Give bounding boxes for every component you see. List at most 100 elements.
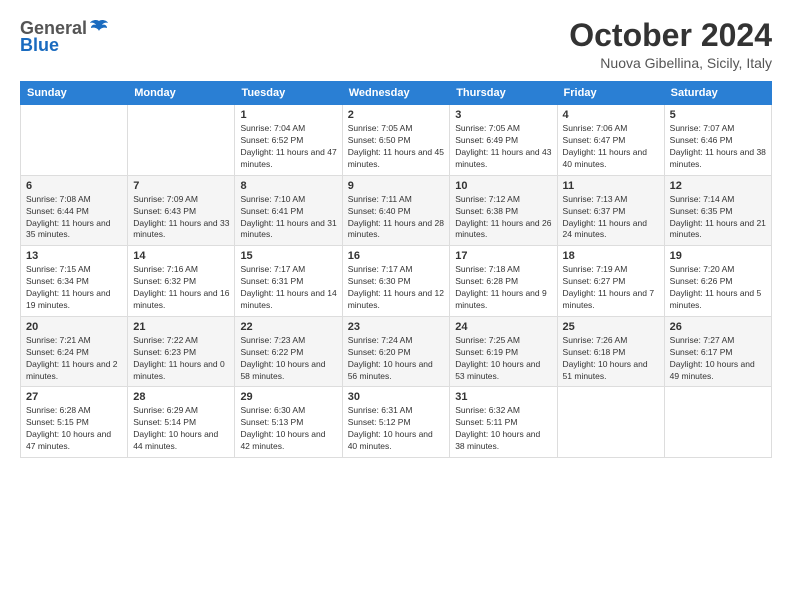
day-number: 4 xyxy=(563,109,659,121)
calendar-day-cell: 10Sunrise: 7:12 AM Sunset: 6:38 PM Dayli… xyxy=(450,175,557,246)
day-number: 24 xyxy=(455,321,551,333)
calendar-day-cell xyxy=(664,387,771,458)
day-detail: Sunrise: 7:27 AM Sunset: 6:17 PM Dayligh… xyxy=(670,335,766,383)
logo-bird-icon xyxy=(89,19,109,35)
calendar-week-row: 13 Sunrise: 7:15 AM Sunset: 6:34 PM Dayli… xyxy=(21,246,772,317)
day-number: 18 xyxy=(563,250,659,262)
calendar-week-row: 27 Sunrise: 6:28 AM Sunset: 5:15 PM Dayli… xyxy=(21,387,772,458)
calendar-day-cell: 24 Sunrise: 7:25 AM Sunset: 6:19 PM Dayli… xyxy=(450,316,557,387)
calendar-header-row: SundayMondayTuesdayWednesdayThursdayFrid… xyxy=(21,82,772,105)
calendar-day-header: Tuesday xyxy=(235,82,342,105)
day-number: 11 xyxy=(563,180,659,192)
day-number: 28 xyxy=(133,391,229,403)
calendar-day-header: Saturday xyxy=(664,82,771,105)
calendar-day-cell: 12 Sunrise: 7:14 AM Sunset: 6:35 PM Dayli… xyxy=(664,175,771,246)
day-number: 19 xyxy=(670,250,766,262)
day-detail: Sunrise: 7:25 AM Sunset: 6:19 PM Dayligh… xyxy=(455,335,551,383)
day-detail: Sunrise: 7:12 AM Sunset: 6:38 PM Dayligh… xyxy=(455,194,551,242)
day-detail: Sunrise: 7:14 AM Sunset: 6:35 PM Dayligh… xyxy=(670,194,766,242)
location: Nuova Gibellina, Sicily, Italy xyxy=(569,55,772,71)
day-detail: Sunrise: 7:08 AM Sunset: 6:44 PM Dayligh… xyxy=(26,194,122,242)
day-detail: Sunrise: 6:32 AM Sunset: 5:11 PM Dayligh… xyxy=(455,405,551,453)
day-detail: Sunrise: 6:30 AM Sunset: 5:13 PM Dayligh… xyxy=(240,405,336,453)
day-detail: Sunrise: 7:07 AM Sunset: 6:46 PM Dayligh… xyxy=(670,123,766,171)
calendar-day-cell: 26 Sunrise: 7:27 AM Sunset: 6:17 PM Dayli… xyxy=(664,316,771,387)
day-detail: Sunrise: 7:26 AM Sunset: 6:18 PM Dayligh… xyxy=(563,335,659,383)
calendar-day-cell: 3 Sunrise: 7:05 AM Sunset: 6:49 PM Daylig… xyxy=(450,105,557,176)
day-number: 15 xyxy=(240,250,336,262)
calendar: SundayMondayTuesdayWednesdayThursdayFrid… xyxy=(20,81,772,458)
calendar-day-cell: 18Sunrise: 7:19 AM Sunset: 6:27 PM Dayli… xyxy=(557,246,664,317)
calendar-day-cell: 7Sunrise: 7:09 AM Sunset: 6:43 PM Daylig… xyxy=(128,175,235,246)
day-number: 25 xyxy=(563,321,659,333)
day-number: 6 xyxy=(26,180,122,192)
calendar-day-cell: 5Sunrise: 7:07 AM Sunset: 6:46 PM Daylig… xyxy=(664,105,771,176)
calendar-day-cell: 23 Sunrise: 7:24 AM Sunset: 6:20 PM Dayli… xyxy=(342,316,450,387)
day-number: 26 xyxy=(670,321,766,333)
calendar-day-cell: 31 Sunrise: 6:32 AM Sunset: 5:11 PM Dayli… xyxy=(450,387,557,458)
day-number: 27 xyxy=(26,391,122,403)
day-detail: Sunrise: 7:23 AM Sunset: 6:22 PM Dayligh… xyxy=(240,335,336,383)
calendar-day-header: Sunday xyxy=(21,82,128,105)
calendar-day-cell: 11 Sunrise: 7:13 AM Sunset: 6:37 PM Dayli… xyxy=(557,175,664,246)
calendar-day-cell: 30 Sunrise: 6:31 AM Sunset: 5:12 PM Dayli… xyxy=(342,387,450,458)
title-section: October 2024 Nuova Gibellina, Sicily, It… xyxy=(569,18,772,71)
day-detail: Sunrise: 7:05 AM Sunset: 6:49 PM Dayligh… xyxy=(455,123,551,171)
day-number: 13 xyxy=(26,250,122,262)
day-detail: Sunrise: 7:18 AM Sunset: 6:28 PM Dayligh… xyxy=(455,264,551,312)
day-number: 3 xyxy=(455,109,551,121)
day-number: 20 xyxy=(26,321,122,333)
day-number: 21 xyxy=(133,321,229,333)
calendar-day-cell xyxy=(21,105,128,176)
calendar-day-cell: 21 Sunrise: 7:22 AM Sunset: 6:23 PM Dayli… xyxy=(128,316,235,387)
calendar-day-cell: 20 Sunrise: 7:21 AM Sunset: 6:24 PM Dayli… xyxy=(21,316,128,387)
calendar-day-cell: 19 Sunrise: 7:20 AM Sunset: 6:26 PM Dayli… xyxy=(664,246,771,317)
calendar-day-cell: 9Sunrise: 7:11 AM Sunset: 6:40 PM Daylig… xyxy=(342,175,450,246)
logo: General Blue xyxy=(20,18,109,56)
page: General Blue October 2024 Nuova Gibellin… xyxy=(0,0,792,612)
calendar-day-cell: 17 Sunrise: 7:18 AM Sunset: 6:28 PM Dayli… xyxy=(450,246,557,317)
calendar-day-cell: 1Sunrise: 7:04 AM Sunset: 6:52 PM Daylig… xyxy=(235,105,342,176)
calendar-day-cell: 8Sunrise: 7:10 AM Sunset: 6:41 PM Daylig… xyxy=(235,175,342,246)
day-detail: Sunrise: 7:10 AM Sunset: 6:41 PM Dayligh… xyxy=(240,194,336,242)
calendar-day-header: Monday xyxy=(128,82,235,105)
calendar-day-header: Thursday xyxy=(450,82,557,105)
day-detail: Sunrise: 7:24 AM Sunset: 6:20 PM Dayligh… xyxy=(348,335,445,383)
day-number: 23 xyxy=(348,321,445,333)
day-number: 31 xyxy=(455,391,551,403)
calendar-day-cell: 28 Sunrise: 6:29 AM Sunset: 5:14 PM Dayli… xyxy=(128,387,235,458)
day-detail: Sunrise: 7:17 AM Sunset: 6:30 PM Dayligh… xyxy=(348,264,445,312)
calendar-day-cell: 16 Sunrise: 7:17 AM Sunset: 6:30 PM Dayli… xyxy=(342,246,450,317)
day-detail: Sunrise: 7:21 AM Sunset: 6:24 PM Dayligh… xyxy=(26,335,122,383)
day-detail: Sunrise: 6:31 AM Sunset: 5:12 PM Dayligh… xyxy=(348,405,445,453)
logo-blue: Blue xyxy=(20,35,59,56)
day-number: 2 xyxy=(348,109,445,121)
day-detail: Sunrise: 6:29 AM Sunset: 5:14 PM Dayligh… xyxy=(133,405,229,453)
day-detail: Sunrise: 7:06 AM Sunset: 6:47 PM Dayligh… xyxy=(563,123,659,171)
day-number: 22 xyxy=(240,321,336,333)
day-detail: Sunrise: 7:04 AM Sunset: 6:52 PM Dayligh… xyxy=(240,123,336,171)
day-detail: Sunrise: 7:22 AM Sunset: 6:23 PM Dayligh… xyxy=(133,335,229,383)
calendar-day-cell: 4 Sunrise: 7:06 AM Sunset: 6:47 PM Daylig… xyxy=(557,105,664,176)
calendar-day-header: Wednesday xyxy=(342,82,450,105)
calendar-week-row: 20 Sunrise: 7:21 AM Sunset: 6:24 PM Dayli… xyxy=(21,316,772,387)
day-number: 17 xyxy=(455,250,551,262)
calendar-day-cell: 22 Sunrise: 7:23 AM Sunset: 6:22 PM Dayli… xyxy=(235,316,342,387)
calendar-day-cell xyxy=(128,105,235,176)
calendar-day-cell: 6 Sunrise: 7:08 AM Sunset: 6:44 PM Daylig… xyxy=(21,175,128,246)
calendar-day-cell: 25 Sunrise: 7:26 AM Sunset: 6:18 PM Dayli… xyxy=(557,316,664,387)
day-detail: Sunrise: 6:28 AM Sunset: 5:15 PM Dayligh… xyxy=(26,405,122,453)
day-number: 30 xyxy=(348,391,445,403)
calendar-day-cell: 29Sunrise: 6:30 AM Sunset: 5:13 PM Dayli… xyxy=(235,387,342,458)
day-detail: Sunrise: 7:13 AM Sunset: 6:37 PM Dayligh… xyxy=(563,194,659,242)
day-number: 9 xyxy=(348,180,445,192)
day-number: 12 xyxy=(670,180,766,192)
calendar-day-cell: 27 Sunrise: 6:28 AM Sunset: 5:15 PM Dayli… xyxy=(21,387,128,458)
day-number: 7 xyxy=(133,180,229,192)
month-title: October 2024 xyxy=(569,18,772,53)
calendar-day-header: Friday xyxy=(557,82,664,105)
day-detail: Sunrise: 7:15 AM Sunset: 6:34 PM Dayligh… xyxy=(26,264,122,312)
day-number: 14 xyxy=(133,250,229,262)
day-detail: Sunrise: 7:20 AM Sunset: 6:26 PM Dayligh… xyxy=(670,264,766,312)
day-number: 16 xyxy=(348,250,445,262)
